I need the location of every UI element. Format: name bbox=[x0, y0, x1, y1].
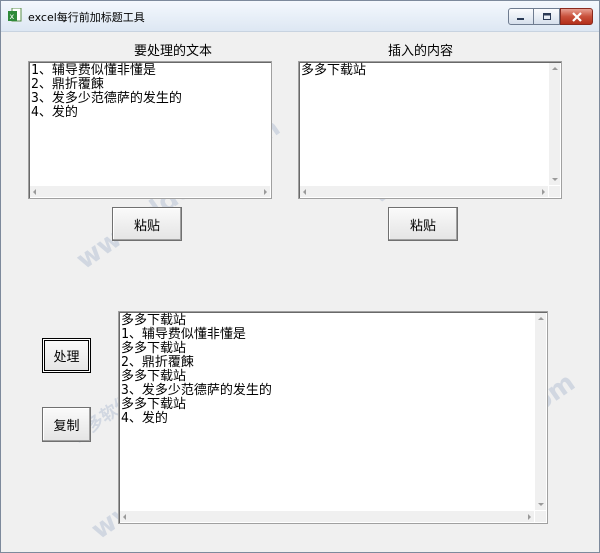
excel-app-icon: x bbox=[8, 8, 22, 22]
maximize-button[interactable] bbox=[534, 8, 560, 25]
scroll-right-icon[interactable] bbox=[528, 514, 531, 520]
scroll-left-icon[interactable] bbox=[303, 189, 306, 195]
scroll-down-icon[interactable] bbox=[552, 178, 558, 181]
scroll-right-icon[interactable] bbox=[264, 189, 267, 195]
source-text-heading: 要处理的文本 bbox=[134, 44, 213, 59]
scrollbar-corner bbox=[535, 511, 546, 522]
maximize-icon bbox=[542, 13, 551, 20]
insert-content-text: 多多下载站 bbox=[301, 63, 367, 78]
minimize-icon bbox=[517, 17, 524, 20]
scroll-right-icon[interactable] bbox=[542, 189, 545, 195]
process-button[interactable]: 处理 bbox=[42, 338, 91, 373]
output-vertical-scrollbar[interactable] bbox=[535, 313, 546, 510]
insert-vertical-scrollbar[interactable] bbox=[549, 63, 560, 185]
svg-text:x: x bbox=[10, 12, 15, 21]
output-horizontal-scrollbar[interactable] bbox=[120, 511, 534, 522]
close-button[interactable] bbox=[560, 8, 593, 25]
source-paste-button[interactable]: 粘贴 bbox=[112, 207, 182, 241]
window-title: excel每行前加标题工具 bbox=[28, 11, 145, 24]
copy-button[interactable]: 复制 bbox=[42, 407, 91, 442]
insert-horizontal-scrollbar[interactable] bbox=[300, 186, 548, 197]
scrollbar-corner bbox=[549, 186, 560, 197]
source-horizontal-scrollbar[interactable] bbox=[30, 186, 270, 197]
insert-content-area[interactable]: 多多下载站 bbox=[298, 61, 562, 199]
insert-paste-button[interactable]: 粘贴 bbox=[388, 207, 458, 241]
source-text-content: 1、辅导费似懂非懂是 2、鼎折覆餗 3、发多少范德萨的发生的 4、发的 bbox=[31, 63, 182, 120]
scroll-up-icon[interactable] bbox=[538, 317, 544, 320]
app-window: x excel每行前加标题工具 www.ddooo.com www.ddooo.… bbox=[0, 0, 600, 553]
source-text-area[interactable]: 1、辅导费似懂非懂是 2、鼎折覆餗 3、发多少范德萨的发生的 4、发的 bbox=[28, 61, 272, 199]
title-bar[interactable]: x excel每行前加标题工具 bbox=[1, 1, 599, 32]
insert-content-heading: 插入的内容 bbox=[388, 44, 454, 59]
minimize-button[interactable] bbox=[508, 8, 534, 25]
output-text-content: 多多下载站 1、辅导费似懂非懂是 多多下载站 2、鼎折覆餗 多多下载站 3、发多… bbox=[121, 313, 272, 426]
close-icon bbox=[571, 11, 582, 22]
scroll-left-icon[interactable] bbox=[123, 514, 126, 520]
scroll-left-icon[interactable] bbox=[33, 189, 36, 195]
scroll-up-icon[interactable] bbox=[552, 67, 558, 70]
output-text-area[interactable]: 多多下载站 1、辅导费似懂非懂是 多多下载站 2、鼎折覆餗 多多下载站 3、发多… bbox=[118, 311, 548, 524]
scroll-down-icon[interactable] bbox=[538, 503, 544, 506]
